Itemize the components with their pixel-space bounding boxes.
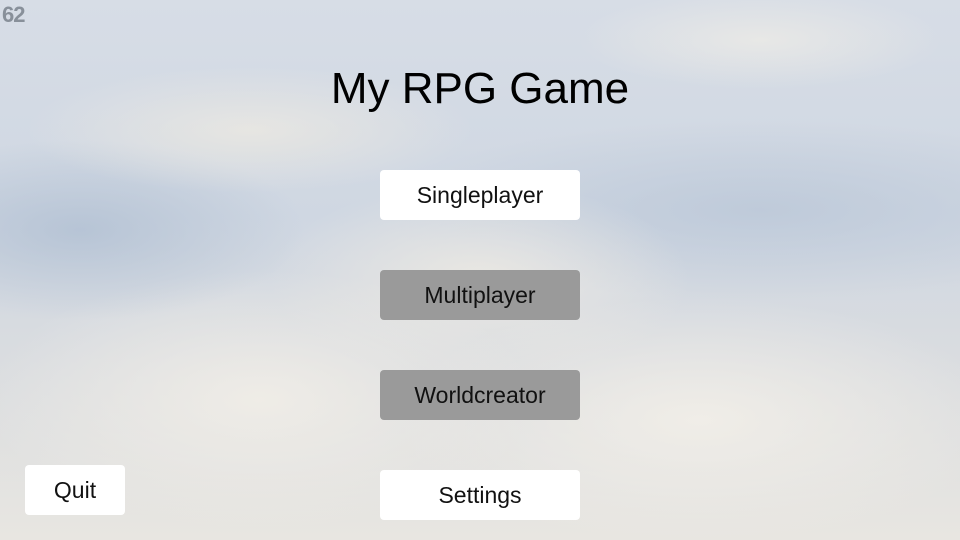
multiplayer-label: Multiplayer	[424, 281, 536, 308]
settings-button[interactable]: Settings	[380, 470, 580, 520]
quit-button[interactable]: Quit	[25, 465, 125, 515]
settings-label: Settings	[438, 481, 522, 508]
singleplayer-button[interactable]: Singleplayer	[380, 170, 580, 220]
quit-label: Quit	[53, 476, 97, 503]
worldcreator-button[interactable]: Worldcreator	[380, 370, 580, 420]
multiplayer-button[interactable]: Multiplayer	[380, 270, 580, 320]
fps-counter: 62	[2, 2, 26, 27]
worldcreator-label: Worldcreator	[414, 381, 546, 408]
game-title: My RPG Game	[330, 64, 630, 113]
singleplayer-label: Singleplayer	[416, 181, 544, 208]
